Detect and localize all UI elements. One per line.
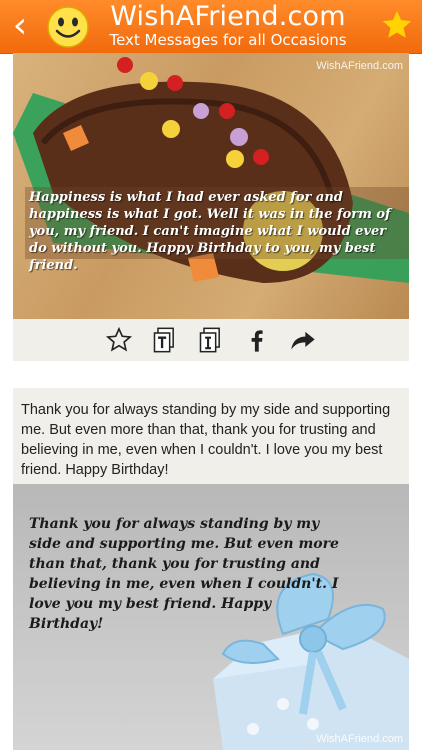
facebook-icon[interactable]: [243, 326, 271, 354]
app-header: ‹ WishAFriend.com Text Messages for all …: [0, 0, 422, 53]
card-toolbar: [13, 319, 409, 361]
message-text: Thank you for always standing by my side…: [21, 402, 391, 478]
app-subtitle: Text Messages for all Occasions: [109, 31, 347, 49]
cake-illustration: [13, 57, 409, 283]
message-card-2: Thank you for always standing by my side…: [13, 388, 409, 750]
image-copy-icon[interactable]: [197, 326, 225, 354]
back-icon[interactable]: ‹: [6, 8, 34, 44]
watermark: WishAFriend.com: [316, 733, 403, 745]
smiley-icon: [47, 6, 89, 48]
message-card-1: WishAFriend.com Happiness is what I had …: [13, 53, 409, 361]
card-handwritten-message: Thank you for always standing by my side…: [29, 516, 339, 632]
app-title: WishAFriend.com: [110, 1, 346, 32]
image-message-text: Happiness is what I had ever asked for a…: [29, 190, 391, 273]
cake-image[interactable]: WishAFriend.com Happiness is what I had …: [13, 53, 409, 319]
gift-image[interactable]: Thank you for always standing by my side…: [13, 484, 409, 750]
watermark: WishAFriend.com: [316, 60, 403, 72]
share-icon[interactable]: [289, 326, 317, 354]
favorite-star-icon[interactable]: [380, 8, 414, 42]
star-outline-icon[interactable]: [105, 326, 133, 354]
text-copy-icon[interactable]: [151, 326, 179, 354]
